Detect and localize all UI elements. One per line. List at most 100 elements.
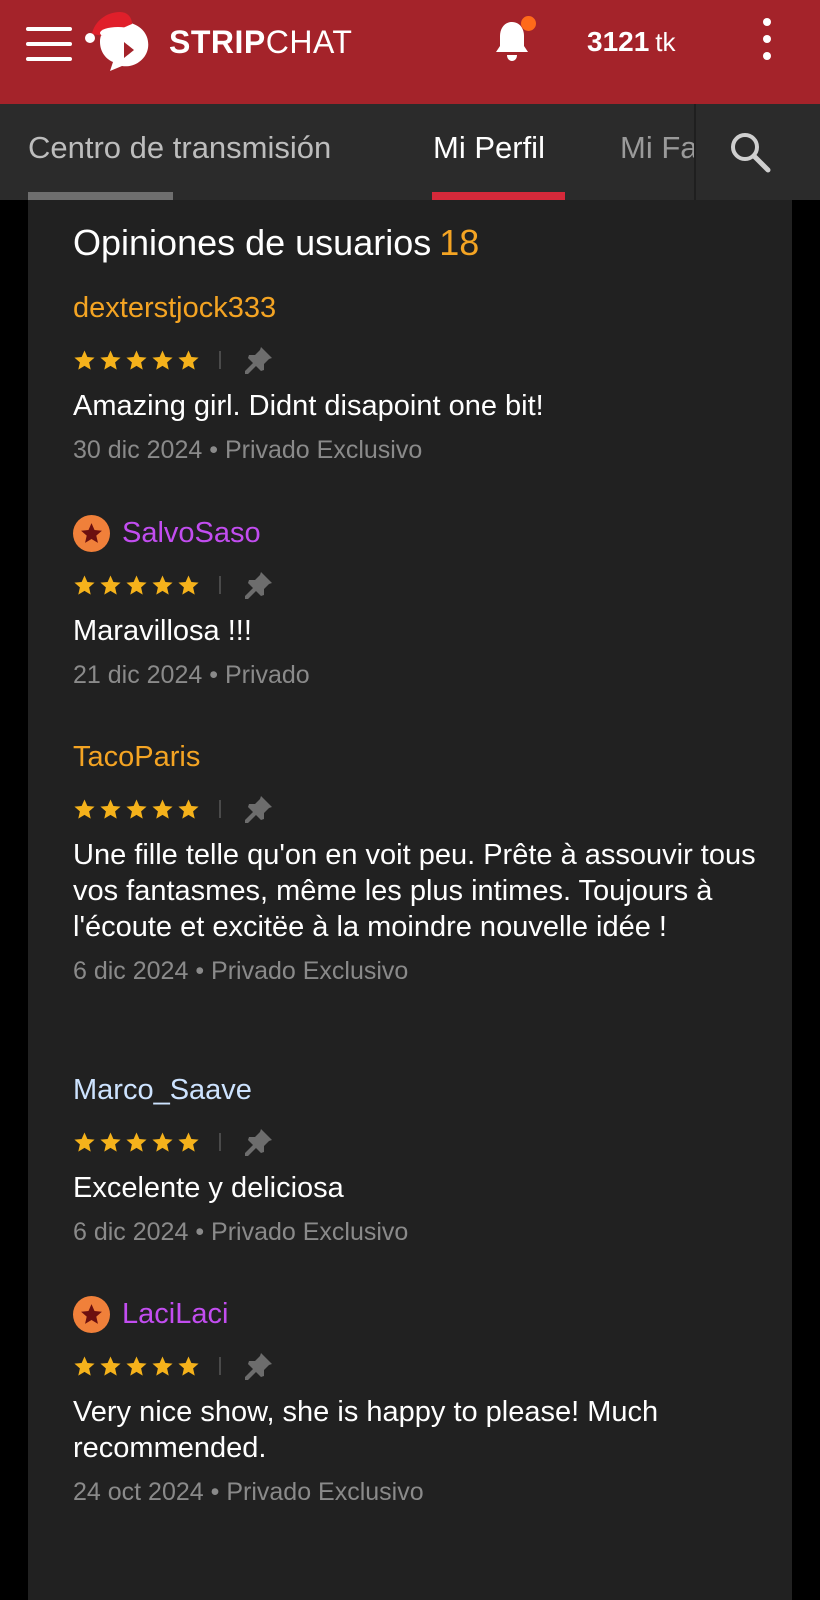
star-icon — [126, 1131, 147, 1152]
review-item: TacoParis Une fille telle qu'on en voit … — [73, 737, 773, 986]
star-icon — [100, 1355, 121, 1376]
star-icon — [100, 798, 121, 819]
review-type: Privado — [224, 661, 310, 689]
review-meta: 6 dic 2024 • Privado Exclusivo — [73, 1218, 409, 1246]
pin-icon[interactable] — [243, 569, 275, 601]
review-meta: 24 oct 2024 • Privado Exclusivo — [73, 1478, 424, 1506]
pin-icon[interactable] — [243, 1350, 275, 1382]
author-name[interactable]: SalvoSaso — [122, 517, 261, 550]
star-icon — [152, 349, 173, 370]
star-icon — [126, 574, 147, 595]
star-icon — [100, 349, 121, 370]
rating-row — [73, 789, 773, 829]
star-icon — [100, 1131, 121, 1152]
star-badge-icon — [73, 514, 110, 552]
star-rating — [73, 1355, 203, 1378]
star-icon — [126, 349, 147, 370]
review-date: 21 dic 2024 — [73, 661, 203, 689]
review-type: Privado Exclusivo — [211, 957, 409, 985]
star-icon — [126, 798, 147, 819]
divider — [219, 576, 221, 594]
author-name[interactable]: Marco_Saave — [73, 1074, 252, 1107]
review-type: Privado Exclusivo — [211, 1218, 409, 1246]
review-date: 6 dic 2024 — [73, 957, 189, 985]
review-author[interactable]: SalvoSaso — [73, 513, 773, 553]
review-item: Marco_Saave Excelente y deliciosa 6 dic … — [73, 1070, 773, 1247]
pin-icon[interactable] — [243, 793, 275, 825]
star-rating — [73, 349, 203, 372]
review-author[interactable]: dexterstjock333 — [73, 288, 773, 328]
star-icon — [74, 349, 95, 370]
logo-icon[interactable] — [80, 6, 158, 72]
review-text: Very nice show, she is happy to please! … — [73, 1396, 659, 1464]
review-item: dexterstjock333 Amazing girl. Didnt disa… — [73, 288, 773, 465]
star-icon — [152, 1131, 173, 1152]
tab-my-profile[interactable]: Mi Perfil — [433, 130, 545, 166]
pin-icon[interactable] — [243, 1126, 275, 1158]
star-icon — [74, 1131, 95, 1152]
menu-icon[interactable] — [26, 24, 72, 62]
review-meta: 6 dic 2024 • Privado Exclusivo — [73, 957, 409, 985]
author-name[interactable]: TacoParis — [73, 741, 200, 774]
review-text: Excelente y deliciosa — [73, 1172, 344, 1204]
star-icon — [178, 1355, 199, 1376]
pin-icon[interactable] — [243, 344, 275, 376]
top-bar: STRIPCHAT 3121 tk — [0, 0, 820, 104]
token-unit: tk — [655, 27, 676, 57]
review-item: SalvoSaso Maravillosa !!! 21 dic 2024 • … — [73, 513, 773, 690]
star-icon — [152, 1355, 173, 1376]
star-icon — [152, 574, 173, 595]
review-meta: 30 dic 2024 • Privado Exclusivo — [73, 436, 423, 464]
review-meta: 21 dic 2024 • Privado — [73, 661, 310, 689]
star-icon — [152, 798, 173, 819]
tab-my-fans[interactable]: Mi Fa — [620, 130, 698, 166]
divider — [219, 1357, 221, 1375]
review-date: 30 dic 2024 — [73, 436, 203, 464]
review-date: 6 dic 2024 — [73, 1218, 189, 1246]
review-item: LaciLaci Very nice show, she is happy to… — [73, 1294, 773, 1507]
notification-dot — [521, 16, 536, 31]
rating-row — [73, 565, 773, 605]
rating-row — [73, 340, 773, 380]
token-balance[interactable]: 3121 tk — [587, 26, 676, 58]
star-icon — [178, 349, 199, 370]
review-text: Une fille telle qu'on en voit peu. Prête… — [73, 839, 756, 943]
review-type: Privado Exclusivo — [224, 436, 423, 464]
star-rating — [73, 574, 203, 597]
tab-broadcast-center[interactable]: Centro de transmisión — [28, 130, 331, 166]
review-date: 24 oct 2024 — [73, 1478, 204, 1506]
search-button[interactable] — [694, 104, 820, 200]
review-type: Privado Exclusivo — [226, 1478, 424, 1506]
tab-scroll-indicator — [28, 192, 173, 200]
reviews-title: Opiniones de usuarios — [73, 222, 432, 263]
brand-light: CHAT — [265, 24, 353, 60]
brand-logo-text[interactable]: STRIPCHAT — [169, 24, 352, 61]
tab-bar: Centro de transmisión Mi Perfil Mi Fa — [0, 104, 820, 200]
star-badge-icon — [73, 1295, 110, 1333]
review-author[interactable]: LaciLaci — [73, 1294, 773, 1334]
author-name[interactable]: LaciLaci — [122, 1298, 228, 1331]
review-author[interactable]: Marco_Saave — [73, 1070, 773, 1110]
divider — [219, 800, 221, 818]
more-options-icon[interactable] — [756, 18, 778, 68]
star-icon — [178, 798, 199, 819]
divider — [219, 351, 221, 369]
star-icon — [74, 1355, 95, 1376]
star-icon — [100, 574, 121, 595]
star-icon — [74, 798, 95, 819]
brand-bold: STRIP — [169, 24, 266, 60]
token-count: 3121 — [587, 26, 650, 57]
author-name[interactable]: dexterstjock333 — [73, 292, 276, 325]
review-author[interactable]: TacoParis — [73, 737, 773, 777]
review-text: Maravillosa !!! — [73, 615, 252, 647]
star-rating — [73, 1131, 203, 1154]
search-icon — [731, 133, 771, 173]
rating-row — [73, 1122, 773, 1162]
star-icon — [178, 1131, 199, 1152]
reviews-panel: Opiniones de usuarios 18 dexterstjock333 … — [28, 200, 792, 1600]
star-icon — [74, 574, 95, 595]
divider — [219, 1133, 221, 1151]
rating-row — [73, 1346, 773, 1386]
reviews-heading: Opiniones de usuarios 18 — [73, 222, 479, 264]
reviews-count: 18 — [439, 222, 480, 263]
